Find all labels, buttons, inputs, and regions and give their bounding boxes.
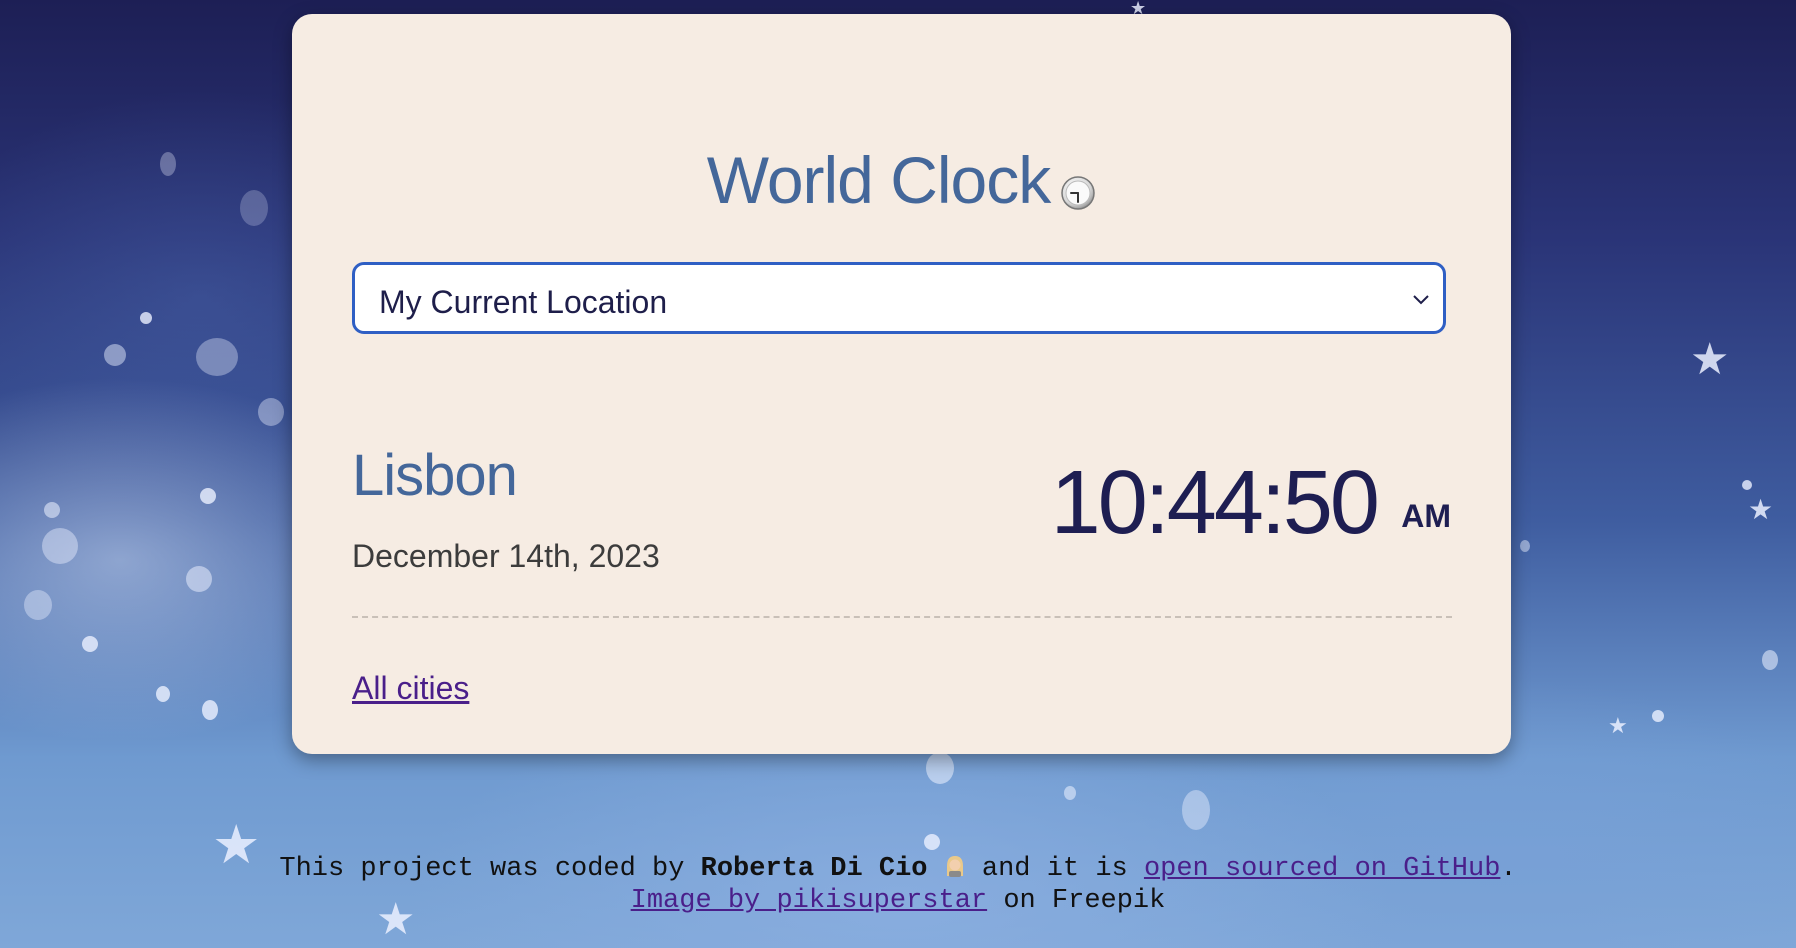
city-select[interactable]: My Current Location — [352, 262, 1446, 334]
sparkle-decoration — [924, 834, 940, 850]
chevron-down-icon — [1411, 289, 1431, 309]
clock-icon — [1060, 150, 1096, 210]
sparkle-decoration — [1064, 786, 1076, 800]
city-time-ampm: AM — [1401, 498, 1451, 534]
footer-line-1: This project was coded by Roberta Di Cio… — [0, 854, 1796, 884]
footer-text: This project was coded by — [279, 854, 685, 884]
sparkle-decoration — [202, 700, 218, 720]
sparkle-decoration — [258, 398, 284, 426]
all-cities-link[interactable]: All cities — [352, 670, 469, 707]
sparkle-decoration — [1742, 480, 1752, 490]
image-credit-link[interactable]: Image by pikisuperstar — [631, 886, 987, 916]
star-decoration: ★ — [1748, 493, 1774, 526]
star-decoration: ★ — [1608, 714, 1628, 739]
footer-line-2: Image by pikisuperstar on Freepik — [0, 886, 1796, 916]
sparkle-decoration — [44, 502, 60, 518]
city-name: Lisbon — [352, 443, 518, 508]
sparkle-decoration — [1762, 650, 1778, 670]
sparkle-decoration — [926, 752, 954, 784]
footer-text: on Freepik — [1003, 886, 1166, 916]
city-select-value: My Current Location — [379, 284, 668, 320]
sparkle-decoration — [82, 636, 98, 652]
person-emoji-icon — [944, 854, 966, 878]
city-time: 10:44:50 — [1050, 453, 1380, 553]
sparkle-decoration — [104, 344, 126, 366]
sparkle-decoration — [156, 686, 170, 702]
sparkle-decoration — [42, 528, 78, 564]
world-clock-card: World Clock My Current Location Lisbon D… — [292, 14, 1511, 754]
footer-text: and it is — [981, 854, 1128, 884]
sparkle-decoration — [24, 590, 52, 620]
page-title-text: World Clock — [706, 143, 1052, 217]
sparkle-decoration — [196, 338, 238, 376]
sparkle-decoration — [140, 312, 152, 324]
sparkle-decoration — [1652, 710, 1664, 722]
sparkle-decoration — [240, 190, 268, 226]
sparkle-decoration — [160, 152, 176, 176]
sparkle-decoration — [1520, 540, 1530, 552]
divider — [352, 616, 1452, 618]
city-date: December 14th, 2023 — [352, 538, 660, 574]
author-name: Roberta Di Cio — [700, 854, 928, 884]
github-link[interactable]: open sourced on GitHub — [1144, 854, 1500, 884]
footer-text: . — [1500, 854, 1517, 884]
sparkle-decoration — [186, 566, 212, 592]
page-title: World Clock — [292, 142, 1511, 218]
sparkle-decoration — [1182, 790, 1210, 830]
star-decoration: ★ — [1690, 334, 1730, 385]
sparkle-decoration — [200, 488, 216, 504]
